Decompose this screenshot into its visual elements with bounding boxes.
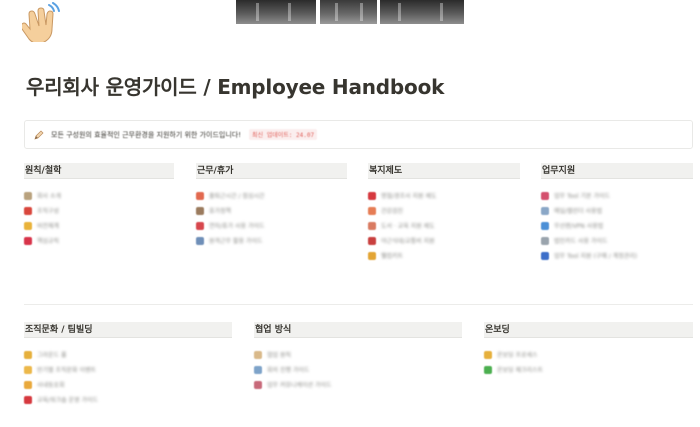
list-item[interactable]: 반기별 조직문화 이벤트: [24, 362, 232, 377]
list-item[interactable]: 웰컴키트: [368, 248, 520, 263]
page-icon: [254, 365, 262, 374]
page-icon: [484, 365, 492, 374]
page-icon: [368, 206, 376, 215]
list-item[interactable]: 온보딩 프로세스: [484, 347, 693, 362]
list-item[interactable]: 협업 원칙: [254, 347, 462, 362]
section-heading: 협업 방식: [254, 322, 462, 338]
page-icon: [368, 236, 376, 245]
section-work-leave: 근무/휴가 출퇴근시간 / 점심시간 휴가정책 연차/휴가 사용 가이드 원격근…: [196, 163, 347, 248]
page-icon: [541, 206, 549, 215]
list-item[interactable]: 원격근무 활용 가이드: [196, 233, 347, 248]
section-work-support: 업무지원 업무 Tool 기본 가이드 메일/캘린더 사용법 무선랜/VPN 사…: [541, 163, 693, 263]
page-icon: [24, 191, 32, 200]
page-icon: [484, 350, 492, 359]
section-heading: 온보딩: [484, 322, 693, 338]
list-item[interactable]: 업무 Tool 기본 가이드: [541, 188, 693, 203]
page-icon: [24, 206, 32, 215]
pen-icon: [34, 130, 44, 140]
section-onboarding: 온보딩 온보딩 프로세스 온보딩 체크리스트: [484, 322, 693, 377]
page-icon: [368, 221, 376, 230]
section-culture: 조직문화 / 팀빌딩 그라운드 룰 반기별 조직문화 이벤트 사내동호회 교육/…: [24, 322, 232, 407]
page-icon: [24, 365, 32, 374]
list-item[interactable]: 건강검진: [368, 203, 520, 218]
list-item[interactable]: 연차/휴가 사용 가이드: [196, 218, 347, 233]
page-icon: [196, 221, 204, 230]
list-item[interactable]: 그라운드 룰: [24, 347, 232, 362]
list-item[interactable]: 온보딩 체크리스트: [484, 362, 693, 377]
section-benefits: 복지제도 명절/경조사 지원 제도 건강검진 도서 · 교육 지원 제도 야근식…: [368, 163, 520, 263]
section-collaboration: 협업 방식 협업 원칙 회의 진행 가이드 업무 커뮤니케이션 가이드: [254, 322, 462, 392]
page-icon: [541, 251, 549, 260]
page-icon: [196, 206, 204, 215]
update-badge: 최신 업데이트: 24.07: [249, 129, 318, 140]
page-title: 우리회사 운영가이드 / Employee Handbook: [26, 75, 445, 99]
list-item[interactable]: 회사 소개: [24, 188, 174, 203]
cover-image: [380, 0, 464, 24]
page-icon: [24, 221, 32, 230]
page-icon: [24, 350, 32, 359]
page-icon: [24, 395, 32, 404]
section-heading: 복지제도: [368, 163, 520, 179]
list-item[interactable]: 휴가정책: [196, 203, 347, 218]
section-principles: 원칙/철학 회사 소개 조직구성 비전체계 핵심규칙: [24, 163, 174, 248]
page-icon: [24, 380, 32, 389]
list-item[interactable]: 무선랜/VPN 사용법: [541, 218, 693, 233]
waving-hand-icon[interactable]: [22, 2, 66, 42]
list-item[interactable]: 비전체계: [24, 218, 174, 233]
page-icon: [254, 350, 262, 359]
page-icon: [541, 236, 549, 245]
list-item[interactable]: 업무 Tool 지원 (구매 / 계정관리): [541, 248, 693, 263]
cover-image: [320, 0, 377, 24]
list-item[interactable]: 회의 진행 가이드: [254, 362, 462, 377]
callout-box: 모든 구성원의 효율적인 근무환경을 지원하기 위한 가이드입니다! 최신 업데…: [24, 120, 693, 149]
page-icon: [541, 221, 549, 230]
page-icon: [254, 380, 262, 389]
page-icon: [196, 236, 204, 245]
section-heading: 조직문화 / 팀빌딩: [24, 322, 232, 338]
section-heading: 근무/휴가: [196, 163, 347, 179]
section-heading: 업무지원: [541, 163, 693, 179]
page-icon: [24, 236, 32, 245]
page-icon: [541, 191, 549, 200]
list-item[interactable]: 명절/경조사 지원 제도: [368, 188, 520, 203]
list-item[interactable]: 조직구성: [24, 203, 174, 218]
list-item[interactable]: 도서 · 교육 지원 제도: [368, 218, 520, 233]
list-item[interactable]: 법인카드 사용 가이드: [541, 233, 693, 248]
page-icon: [196, 191, 204, 200]
section-heading: 원칙/철학: [24, 163, 174, 179]
list-item[interactable]: 업무 커뮤니케이션 가이드: [254, 377, 462, 392]
list-item[interactable]: 사내동호회: [24, 377, 232, 392]
page-icon: [368, 191, 376, 200]
cover-image: [236, 0, 316, 24]
divider: [24, 304, 693, 305]
page-icon: [368, 251, 376, 260]
page-cover: [0, 0, 700, 24]
callout-text: 모든 구성원의 효율적인 근무환경을 지원하기 위한 가이드입니다!: [51, 130, 242, 139]
list-item[interactable]: 메일/캘린더 사용법: [541, 203, 693, 218]
list-item[interactable]: 핵심규칙: [24, 233, 174, 248]
list-item[interactable]: 출퇴근시간 / 점심시간: [196, 188, 347, 203]
list-item[interactable]: 야근식대/교통비 지원: [368, 233, 520, 248]
list-item[interactable]: 교육/워크숍 운영 가이드: [24, 392, 232, 407]
